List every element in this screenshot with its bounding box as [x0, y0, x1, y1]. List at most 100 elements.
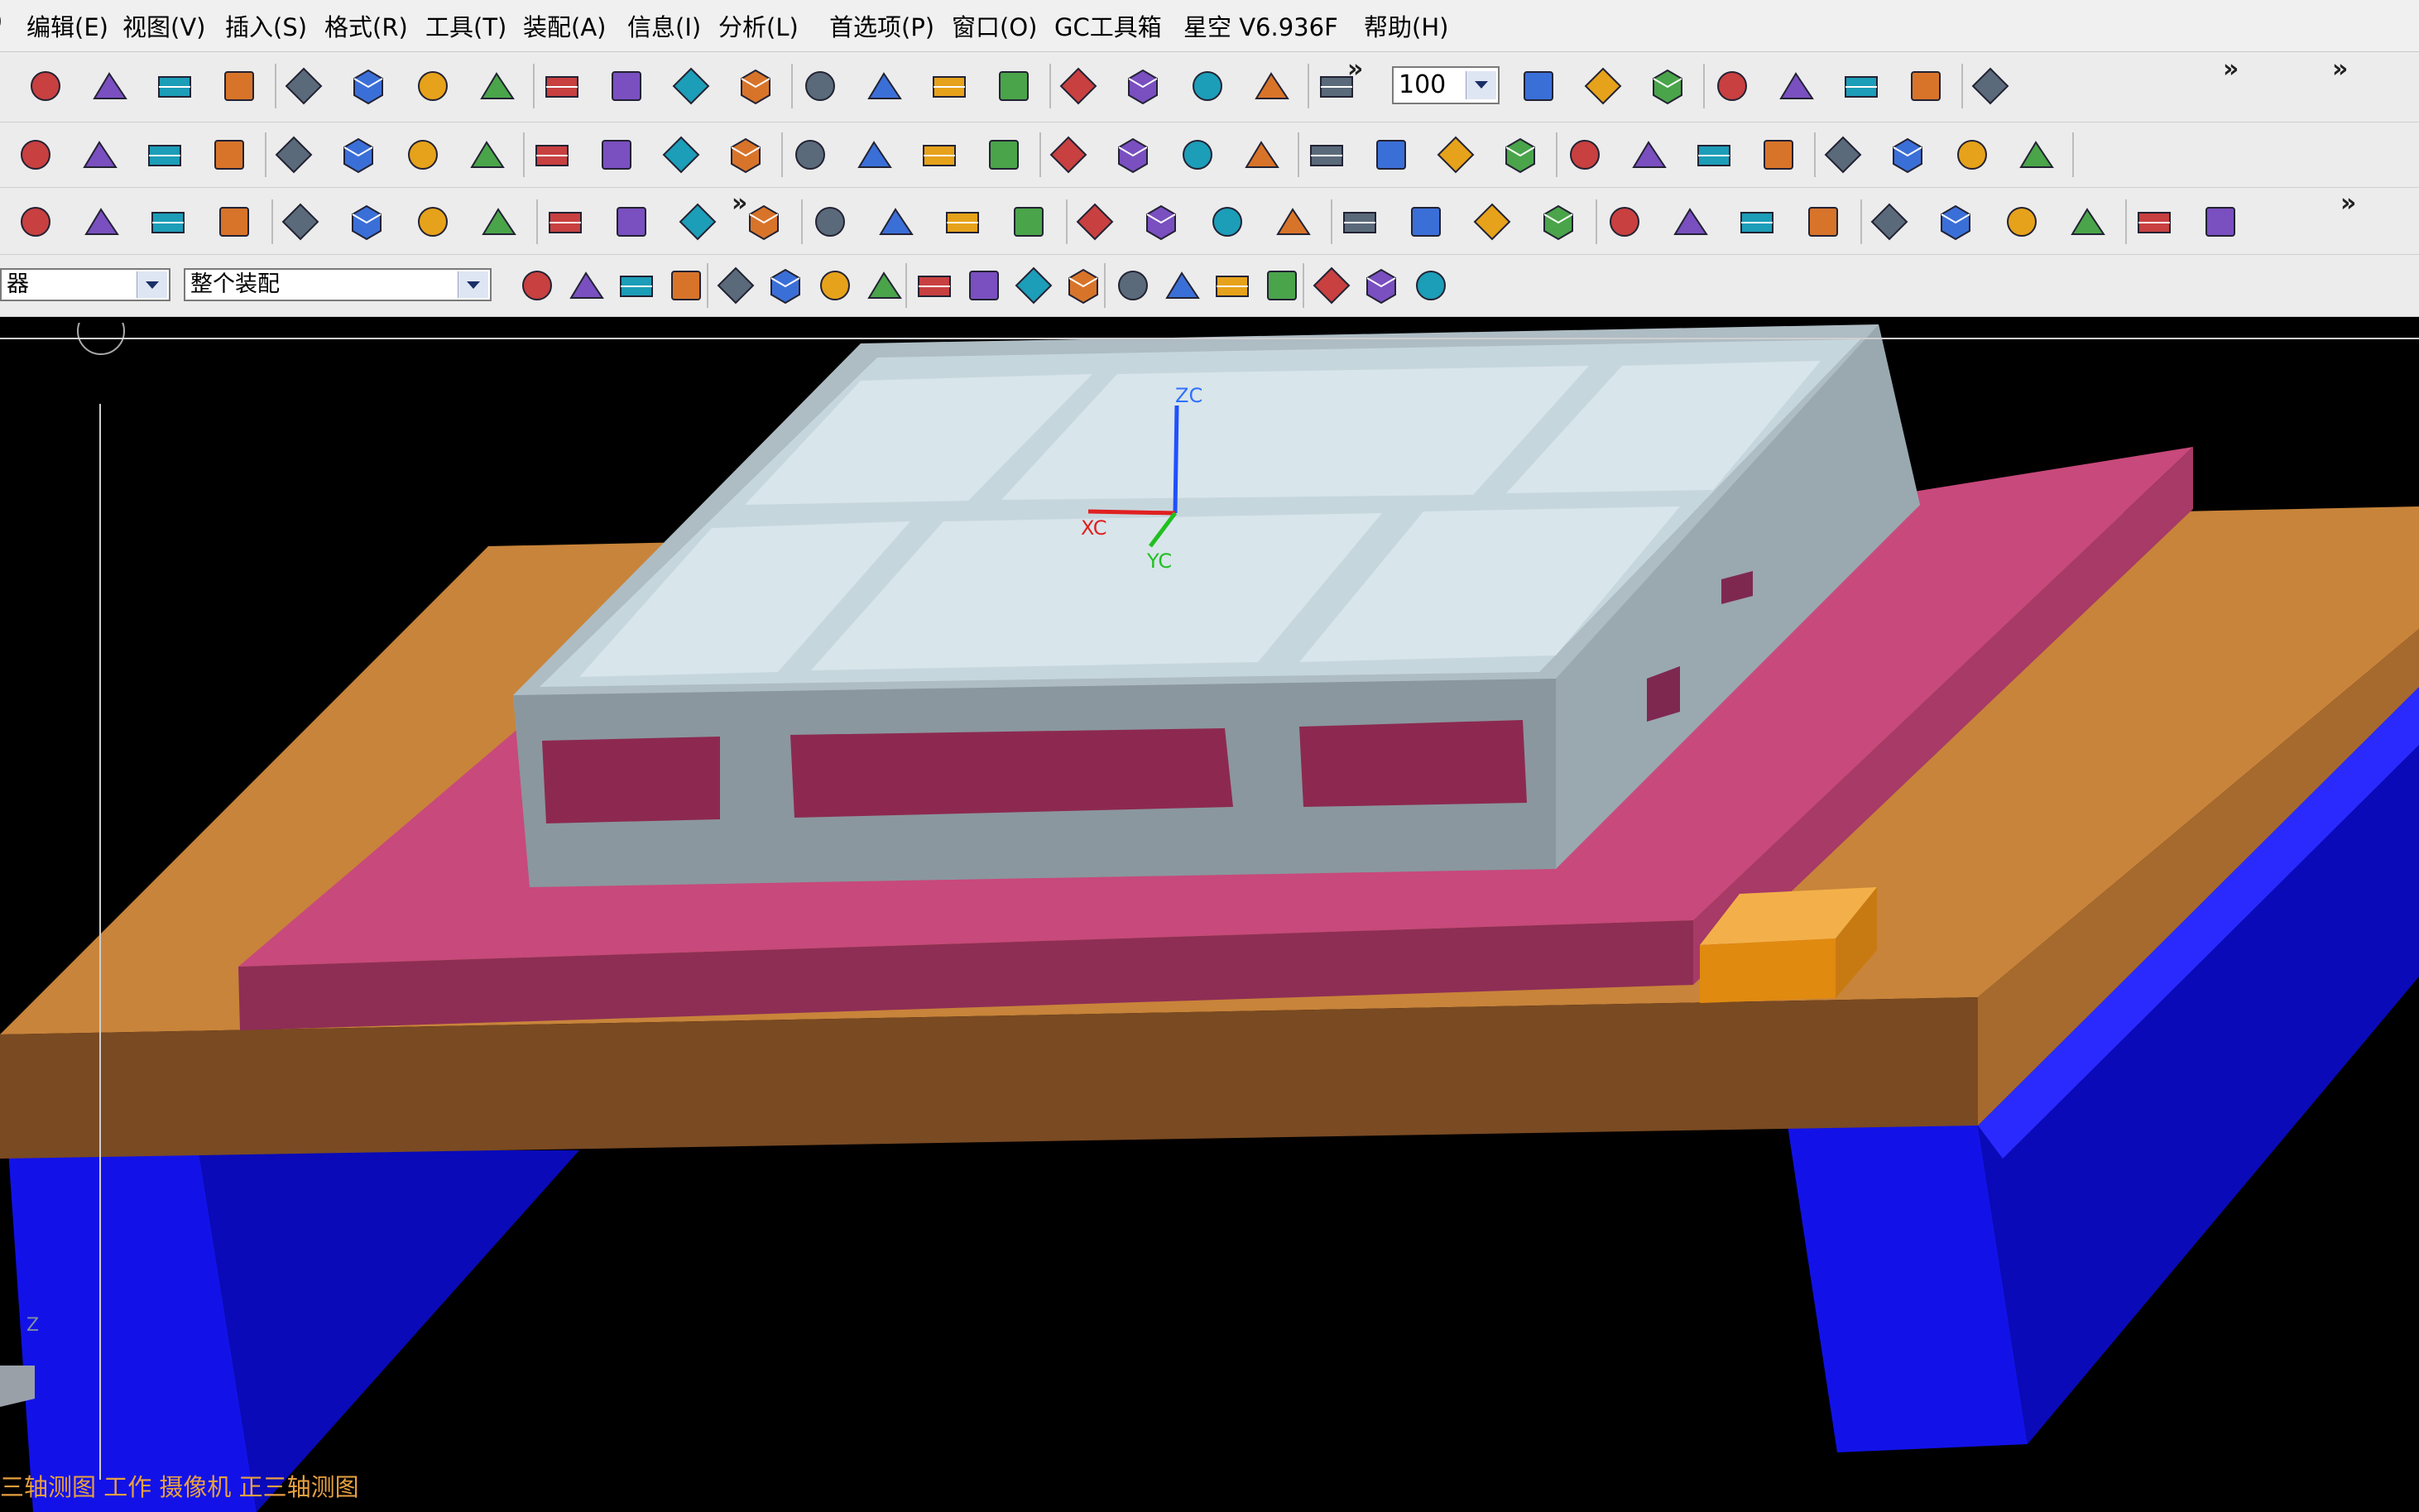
menu-gc-toolbox[interactable]: GC工具箱: [1054, 8, 1162, 43]
menu-xingkong[interactable]: 星空 V6.936F: [1183, 8, 1338, 43]
part-nav-icon[interactable]: [76, 131, 124, 179]
pattern-icon[interactable]: [210, 198, 258, 246]
snap-tangent-icon[interactable]: [1308, 262, 1356, 310]
snap-line-icon[interactable]: [910, 262, 958, 310]
clone-icon[interactable]: [541, 198, 589, 246]
curve-plane-icon[interactable]: [1432, 131, 1480, 179]
filter-icon[interactable]: [513, 262, 561, 310]
fit-view-icon[interactable]: [796, 62, 844, 110]
select-face-icon[interactable]: [662, 262, 710, 310]
mate-icon[interactable]: [343, 198, 391, 246]
hidden-edge-cube-icon[interactable]: [1054, 62, 1102, 110]
edit-object-icon[interactable]: [667, 62, 715, 110]
mirror-icon[interactable]: [78, 198, 126, 246]
blend-icon[interactable]: [980, 131, 1028, 179]
layer-settings-icon[interactable]: [1183, 62, 1231, 110]
graphics-viewport[interactable]: ZC YC XC Z: [0, 323, 2419, 1512]
menu-info[interactable]: 信息(I): [627, 8, 701, 43]
divide-icon[interactable]: [1468, 198, 1516, 246]
gateway-icon[interactable]: [270, 131, 318, 179]
cube-sel-icon[interactable]: [761, 262, 809, 310]
delete-icon[interactable]: [409, 62, 457, 110]
zoom-icon[interactable]: [732, 62, 780, 110]
chamfer-icon[interactable]: [1044, 131, 1092, 179]
shell-icon[interactable]: [1109, 131, 1157, 179]
component-icon[interactable]: [144, 198, 192, 246]
menu-tools[interactable]: 工具(T): [425, 8, 506, 43]
revolve-icon[interactable]: [399, 131, 447, 179]
wireframe-cube-icon[interactable]: [990, 62, 1038, 110]
mesh-surface-icon[interactable]: [1496, 131, 1544, 179]
copy-icon[interactable]: [280, 62, 328, 110]
draft-icon[interactable]: [1174, 131, 1221, 179]
menu-edit[interactable]: 编辑(E): [26, 8, 108, 43]
move-component-icon[interactable]: [475, 198, 523, 246]
snap-point-icon[interactable]: [1258, 262, 1306, 310]
datum-axis-icon[interactable]: [1005, 198, 1053, 246]
measure-icon[interactable]: [872, 198, 920, 246]
emboss-icon[interactable]: [851, 131, 899, 179]
type-filter-combo[interactable]: 器: [0, 268, 170, 301]
redo-icon[interactable]: [538, 62, 586, 110]
modeling-icon[interactable]: [205, 131, 253, 179]
assembly-nav-icon[interactable]: [12, 131, 60, 179]
block-icon[interactable]: [1071, 198, 1119, 246]
line-icon[interactable]: [1561, 131, 1609, 179]
csys-icon[interactable]: [1579, 62, 1627, 110]
chevron-down-icon[interactable]: [458, 271, 488, 298]
point-icon[interactable]: [938, 198, 986, 246]
paste-icon[interactable]: [344, 62, 392, 110]
color-icon[interactable]: [1269, 198, 1317, 246]
menu-view[interactable]: 视图(V): [122, 8, 205, 43]
arrow-right-icon[interactable]: [806, 198, 854, 246]
arc-icon[interactable]: [1625, 131, 1673, 179]
snap-curve-icon[interactable]: [1059, 262, 1107, 310]
chevron-down-icon[interactable]: [137, 271, 167, 298]
surface-icon[interactable]: [1902, 62, 1950, 110]
solid-icon[interactable]: [1966, 62, 2014, 110]
menu-format[interactable]: 格式(R): [324, 8, 408, 43]
menu-insert[interactable]: 插入(S): [225, 8, 307, 43]
text-tool-icon[interactable]: [1733, 198, 1781, 246]
helix-icon[interactable]: [1884, 131, 1932, 179]
menu-analysis[interactable]: 分析(L): [718, 8, 799, 43]
rect-select-icon[interactable]: [712, 262, 760, 310]
snap-point-icon[interactable]: [1837, 62, 1885, 110]
boss-icon[interactable]: [657, 131, 705, 179]
zoom-combo[interactable]: 100: [1392, 66, 1500, 104]
trim-icon[interactable]: [915, 131, 963, 179]
sweep-icon[interactable]: [528, 131, 576, 179]
wcs-origin-icon[interactable]: [1248, 62, 1296, 110]
measure-distance-icon[interactable]: [1644, 62, 1692, 110]
select-icon[interactable]: [563, 262, 611, 310]
toolbar-overflow-button[interactable]: »: [2340, 189, 2356, 218]
print-icon[interactable]: [215, 62, 263, 110]
toolbar-overflow-button[interactable]: »: [2223, 55, 2239, 84]
extrude-icon[interactable]: [334, 131, 382, 179]
spline-icon[interactable]: [1690, 131, 1738, 179]
shaded-cube-icon[interactable]: [925, 62, 973, 110]
face-icon[interactable]: [1402, 198, 1450, 246]
cube-a-icon[interactable]: [1932, 198, 1980, 246]
snap-circle-icon[interactable]: [1208, 262, 1256, 310]
datum-plane-icon[interactable]: [463, 131, 511, 179]
toolbar-overflow-button[interactable]: »: [2332, 55, 2348, 84]
render-style-icon[interactable]: [861, 62, 909, 110]
snap-end-icon[interactable]: [1357, 262, 1405, 310]
constrain-icon[interactable]: [409, 198, 457, 246]
snap-midline-icon[interactable]: [960, 262, 1008, 310]
menu-help[interactable]: 帮助(H): [1364, 8, 1448, 43]
snap-intersect-icon[interactable]: [1109, 262, 1157, 310]
check-icon[interactable]: [276, 198, 324, 246]
snap-grid-icon[interactable]: [861, 262, 909, 310]
cube-c-icon[interactable]: [2064, 198, 2112, 246]
book-icon[interactable]: [12, 198, 60, 246]
cube-sel2-icon[interactable]: [811, 262, 859, 310]
cube-b-icon[interactable]: [1998, 198, 2046, 246]
toolbar-overflow-button[interactable]: »: [1347, 55, 1363, 84]
snap-arc-icon[interactable]: [1010, 262, 1058, 310]
cylinder-icon[interactable]: [2130, 198, 2178, 246]
lasso-icon[interactable]: [612, 262, 660, 310]
rectangle-icon[interactable]: [1754, 131, 1802, 179]
offset-icon[interactable]: [1534, 198, 1582, 246]
